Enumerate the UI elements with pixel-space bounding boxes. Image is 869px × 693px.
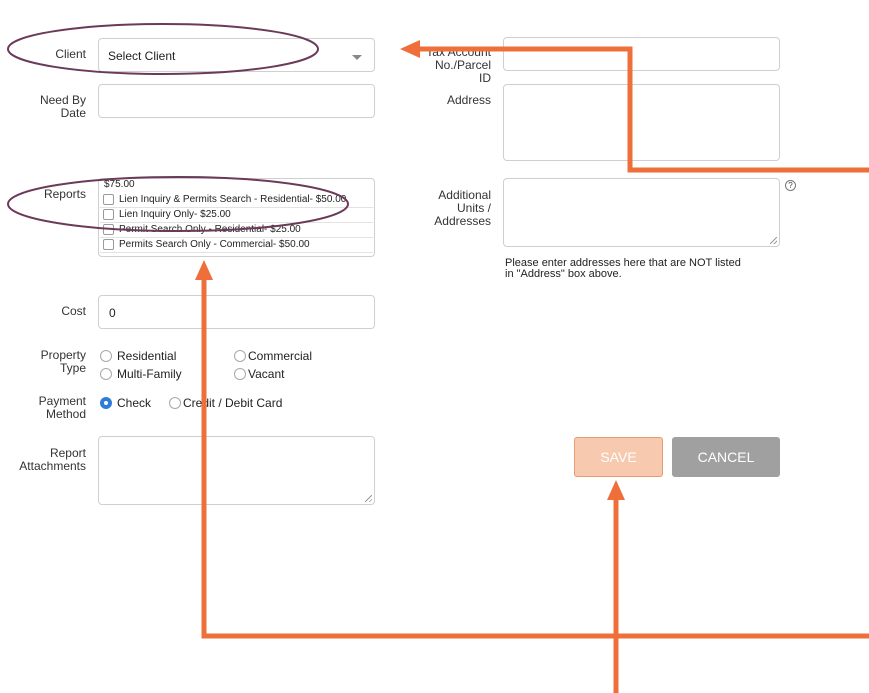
additional-units-hint: Please enter addresses here that are NOT…	[505, 258, 741, 280]
property-type-multi-family[interactable]: Multi-Family	[100, 367, 182, 381]
cost-value: 0	[109, 306, 116, 320]
hint-line2: in "Address" box above.	[505, 268, 622, 280]
need-by-label: Need By Date	[20, 94, 86, 120]
checkbox[interactable]	[103, 224, 114, 235]
report-option-label: Permits Search Only - Commercial- $50.00	[119, 239, 310, 250]
save-button[interactable]: SAVE	[574, 437, 663, 477]
radio[interactable]	[100, 350, 112, 362]
radio-label: Vacant	[248, 367, 285, 381]
radio-label: Multi-Family	[117, 367, 182, 381]
arrow-head-up-icon	[607, 480, 625, 500]
attachments-textarea[interactable]	[98, 436, 375, 505]
address-label: Address	[446, 93, 491, 107]
chevron-down-icon	[352, 55, 362, 60]
payment-method-card[interactable]: Credit / Debit Card	[169, 396, 282, 410]
client-select[interactable]: Select Client	[98, 38, 375, 72]
report-option-lien-permits-residential[interactable]: Lien Inquiry & Permits Search - Resident…	[100, 192, 373, 208]
help-icon[interactable]: ?	[785, 180, 796, 191]
radio-label: Check	[117, 396, 152, 410]
arrow-head-up-icon	[195, 260, 213, 280]
radio-selected[interactable]	[100, 397, 112, 409]
checkbox[interactable]	[103, 194, 114, 205]
radio[interactable]	[100, 368, 112, 380]
additional-units-label-line3: Addresses	[434, 214, 491, 228]
report-option-label: Lien Inquiry & Permits Search - Resident…	[119, 194, 347, 205]
attachments-label-line2: Attachments	[19, 459, 86, 473]
report-option-permit-residential[interactable]: Permit Search Only - Residential- $25.00	[100, 222, 373, 238]
address-textarea[interactable]	[503, 84, 780, 161]
reports-label: Reports	[43, 187, 86, 201]
radio[interactable]	[234, 368, 246, 380]
property-type-residential[interactable]: Residential	[100, 349, 176, 363]
tax-account-label-line3: ID	[479, 71, 491, 85]
client-label: Client	[55, 47, 86, 61]
radio-label: Commercial	[248, 349, 313, 363]
cost-label: Cost	[61, 304, 86, 318]
report-option-lien-only[interactable]: Lien Inquiry Only- $25.00	[100, 207, 373, 223]
checkbox[interactable]	[103, 209, 114, 220]
radio-label: Residential	[117, 349, 177, 363]
radio-label: Credit / Debit Card	[183, 396, 283, 410]
report-option-permits-commercial[interactable]: Permits Search Only - Commercial- $50.00	[100, 237, 373, 253]
property-type-label-line2: Type	[59, 361, 86, 375]
resize-grip-icon[interactable]	[770, 237, 777, 244]
reports-list: $75.00 Lien Inquiry & Permits Search - R…	[100, 179, 375, 256]
property-type-commercial[interactable]: Commercial	[234, 349, 312, 363]
tax-account-label: Tax Account No./Parcel ID	[405, 46, 491, 85]
additional-units-label: Additional Units / Addresses	[405, 189, 491, 228]
payment-method-label: Payment Method	[20, 395, 86, 421]
report-option-label: Permit Search Only - Residential- $25.00	[119, 224, 301, 235]
cost-input[interactable]: 0	[98, 295, 375, 329]
attachments-label: Report Attachments	[4, 447, 86, 473]
radio[interactable]	[234, 350, 246, 362]
payment-method-check[interactable]: Check	[100, 396, 151, 410]
client-select-value: Select Client	[108, 49, 176, 63]
property-type-vacant[interactable]: Vacant	[234, 367, 284, 381]
property-type-label: Property Type	[20, 349, 86, 375]
checkbox[interactable]	[103, 239, 114, 250]
cancel-button[interactable]: CANCEL	[672, 437, 780, 477]
radio[interactable]	[169, 397, 181, 409]
tax-account-input[interactable]	[503, 37, 780, 71]
payment-method-label-line2: Method	[45, 407, 86, 421]
need-by-date-input[interactable]	[98, 84, 375, 118]
additional-units-textarea[interactable]	[503, 178, 780, 247]
resize-grip-icon[interactable]	[365, 495, 372, 502]
reports-price-header: $75.00	[104, 179, 135, 190]
need-by-label-line2: Date	[60, 106, 86, 120]
report-option-label: Lien Inquiry Only- $25.00	[119, 209, 231, 220]
